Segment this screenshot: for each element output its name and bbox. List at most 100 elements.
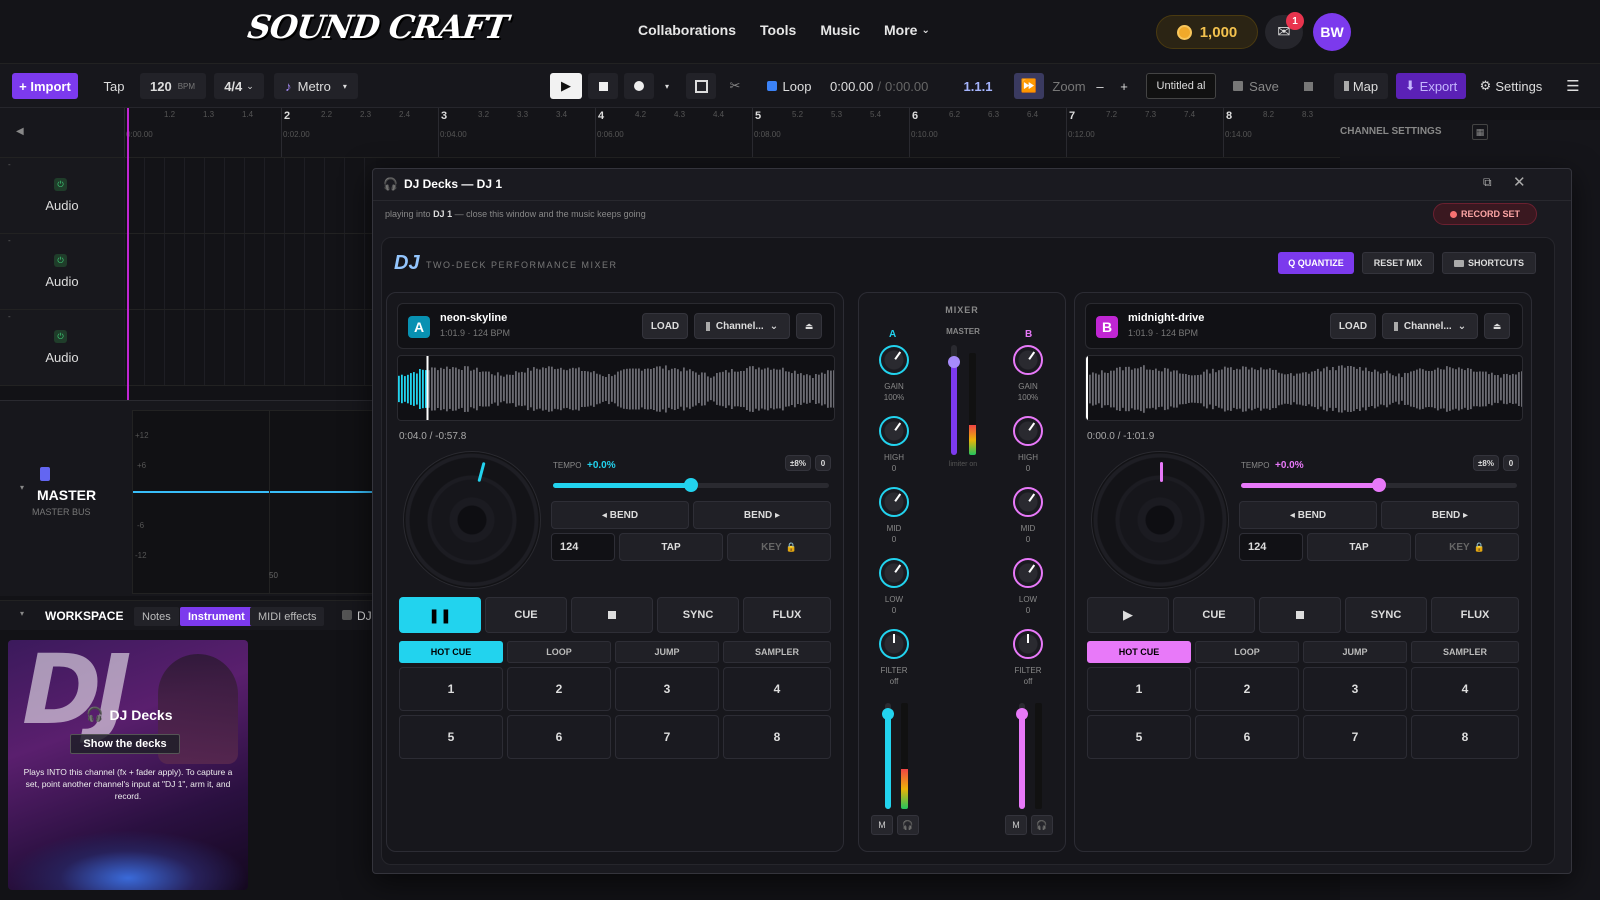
play-button[interactable]: ▶ bbox=[1087, 597, 1169, 633]
time-signature-select[interactable]: 4/4 ⌄ bbox=[214, 73, 264, 99]
load-button[interactable]: LOAD bbox=[1330, 313, 1376, 339]
record-button[interactable] bbox=[624, 73, 654, 99]
select-tool-button[interactable] bbox=[686, 73, 716, 99]
load-button[interactable]: LOAD bbox=[642, 313, 688, 339]
metronome-toggle[interactable]: ♪ Metro ▾ bbox=[274, 73, 358, 99]
quantize-button[interactable]: Q QUANTIZE bbox=[1278, 252, 1354, 274]
nav-link-tools[interactable]: Tools bbox=[760, 22, 796, 38]
hot-cue-pad[interactable]: 4 bbox=[723, 667, 831, 711]
channel-a-fader[interactable] bbox=[882, 703, 894, 809]
tab-loop[interactable]: LOOP bbox=[507, 641, 611, 663]
zoom-in-button[interactable]: + bbox=[1116, 73, 1132, 99]
track-header[interactable]: - ⏻ Audio bbox=[0, 310, 124, 386]
eject-button[interactable]: ⏏ bbox=[796, 313, 822, 339]
track-lane[interactable] bbox=[124, 234, 376, 310]
dj-window-titlebar[interactable]: 🎧 DJ Decks — DJ 1 ⧉ ✕ bbox=[373, 169, 1571, 201]
bend-up-button[interactable]: BEND ▸ bbox=[1381, 501, 1519, 529]
channel-select[interactable]: Channel... ⌄ bbox=[694, 313, 790, 339]
track-header[interactable]: - ⏻ Audio bbox=[0, 158, 124, 234]
hot-cue-pad[interactable]: 6 bbox=[507, 715, 611, 759]
hot-cue-pad[interactable]: 6 bbox=[1195, 715, 1299, 759]
drag-handle-icon[interactable]: - bbox=[8, 236, 11, 245]
hot-cue-pad[interactable]: 5 bbox=[399, 715, 503, 759]
tempo-range-button[interactable]: ±8% bbox=[1473, 455, 1499, 471]
tab-sampler[interactable]: SAMPLER bbox=[1411, 641, 1519, 663]
sync-button[interactable]: SYNC bbox=[657, 597, 739, 633]
low-knob-b[interactable] bbox=[1013, 558, 1043, 588]
master-fader[interactable] bbox=[948, 345, 960, 455]
drag-handle-icon[interactable]: - bbox=[8, 160, 11, 169]
key-lock-button[interactable]: KEY 🔒 bbox=[727, 533, 831, 561]
tab-hot-cue[interactable]: HOT CUE bbox=[399, 641, 503, 663]
tab-midi-effects[interactable]: MIDI effects bbox=[250, 607, 325, 626]
follow-playhead-button[interactable]: ⏩ bbox=[1014, 73, 1044, 99]
collapse-left-icon[interactable]: ◀ bbox=[16, 126, 24, 137]
cue-a-button[interactable]: 🎧 bbox=[897, 815, 919, 835]
mute-a-button[interactable]: M bbox=[871, 815, 893, 835]
export-button[interactable]: ⬇ Export bbox=[1396, 73, 1466, 99]
hot-cue-pad[interactable]: 8 bbox=[1411, 715, 1519, 759]
master-eq-display[interactable]: +12 +6 -6 -12 50 bbox=[132, 410, 377, 594]
tempo-range-button[interactable]: ±8% bbox=[785, 455, 811, 471]
reset-mix-button[interactable]: RESET MIX bbox=[1362, 252, 1434, 274]
power-icon[interactable]: ⏻ bbox=[54, 178, 67, 191]
record-options-button[interactable]: ▾ bbox=[660, 73, 674, 99]
pause-button[interactable]: ❚❚ bbox=[399, 597, 481, 633]
tempo-slider[interactable] bbox=[553, 478, 829, 492]
play-button[interactable]: ▶ bbox=[550, 73, 582, 99]
hot-cue-pad[interactable]: 2 bbox=[507, 667, 611, 711]
waveform-display[interactable] bbox=[1085, 355, 1523, 421]
tab-sampler[interactable]: SAMPLER bbox=[723, 641, 831, 663]
mid-knob-a[interactable] bbox=[879, 487, 909, 517]
tempo-slider-handle[interactable] bbox=[1372, 478, 1386, 492]
hot-cue-pad[interactable]: 7 bbox=[615, 715, 719, 759]
waveform-playhead[interactable] bbox=[1086, 356, 1088, 421]
menu-button[interactable]: ☰ bbox=[1562, 73, 1584, 99]
collapse-icon[interactable]: ▾ bbox=[20, 609, 24, 618]
project-name-input[interactable]: Untitled al bbox=[1146, 73, 1216, 99]
hot-cue-pad[interactable]: 3 bbox=[615, 667, 719, 711]
waveform-display[interactable] bbox=[397, 355, 835, 421]
import-button[interactable]: + Import bbox=[12, 73, 78, 99]
bpm-input[interactable]: 124 bbox=[551, 533, 615, 561]
low-knob-a[interactable] bbox=[879, 558, 909, 588]
cue-b-button[interactable]: 🎧 bbox=[1031, 815, 1053, 835]
stop-button[interactable] bbox=[571, 597, 653, 633]
loop-toggle[interactable]: Loop bbox=[760, 73, 818, 99]
filter-knob-b[interactable] bbox=[1013, 629, 1043, 659]
high-knob-b[interactable] bbox=[1013, 416, 1043, 446]
cue-button[interactable]: CUE bbox=[1173, 597, 1255, 633]
tab-instrument[interactable]: Instrument bbox=[180, 607, 253, 626]
app-logo[interactable]: SOUND CRAFT bbox=[245, 8, 510, 46]
record-set-button[interactable]: RECORD SET bbox=[1433, 203, 1537, 225]
bend-down-button[interactable]: ◂ BEND bbox=[1239, 501, 1377, 529]
channel-b-fader-handle[interactable] bbox=[1016, 707, 1028, 720]
gain-knob-b[interactable] bbox=[1013, 345, 1043, 375]
bend-down-button[interactable]: ◂ BEND bbox=[551, 501, 689, 529]
power-icon[interactable]: ⏻ bbox=[54, 330, 67, 343]
tap-tempo-button[interactable]: Tap bbox=[96, 73, 132, 99]
master-fader-handle[interactable] bbox=[948, 355, 960, 368]
tab-loop[interactable]: LOOP bbox=[1195, 641, 1299, 663]
popout-icon[interactable]: ⧉ bbox=[1483, 175, 1492, 190]
eject-button[interactable]: ⏏ bbox=[1484, 313, 1510, 339]
hot-cue-pad[interactable]: 4 bbox=[1411, 667, 1519, 711]
flux-button[interactable]: FLUX bbox=[1431, 597, 1519, 633]
collapse-icon[interactable]: ▾ bbox=[20, 483, 24, 492]
nav-link-more[interactable]: More ⌄ bbox=[884, 22, 930, 38]
flux-button[interactable]: FLUX bbox=[743, 597, 831, 633]
stop-button[interactable] bbox=[1259, 597, 1341, 633]
hot-cue-pad[interactable]: 5 bbox=[1087, 715, 1191, 759]
tempo-slider[interactable] bbox=[1241, 478, 1517, 492]
stop-button[interactable] bbox=[588, 73, 618, 99]
tab-jump[interactable]: JUMP bbox=[615, 641, 719, 663]
nav-link-music[interactable]: Music bbox=[820, 22, 860, 38]
power-icon[interactable]: ⏻ bbox=[54, 254, 67, 267]
avatar[interactable]: BW bbox=[1313, 13, 1351, 51]
filter-knob-a[interactable] bbox=[879, 629, 909, 659]
timeline-ruler[interactable]: 0:00.00 0:02.00 0:04.00 0:06.00 0:08.00 0:10.… bbox=[124, 108, 1340, 158]
tempo-reset-button[interactable]: 0 bbox=[815, 455, 831, 471]
nav-link-collaborations[interactable]: Collaborations bbox=[638, 22, 736, 38]
bend-up-button[interactable]: BEND ▸ bbox=[693, 501, 831, 529]
hot-cue-pad[interactable]: 3 bbox=[1303, 667, 1407, 711]
